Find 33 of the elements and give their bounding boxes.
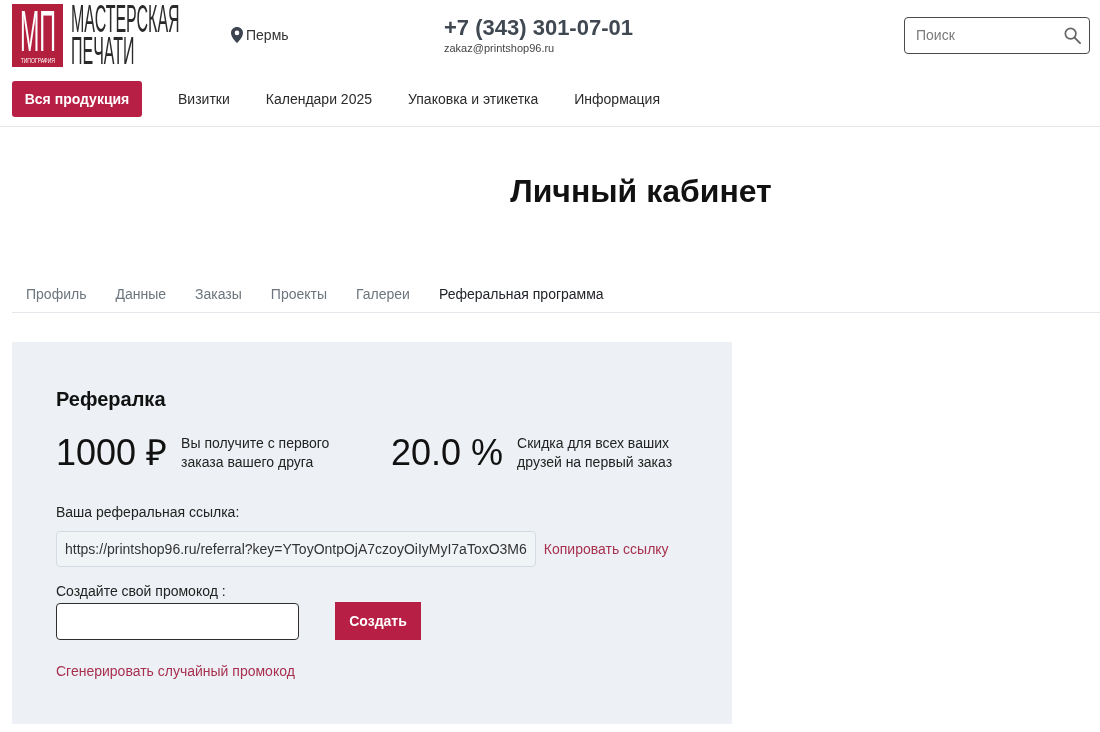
section-title: Рефералка [56, 387, 167, 411]
tab[interactable]: Галереи [342, 274, 424, 312]
logo-name-text: ПЕЧАТИ [71, 35, 135, 67]
promo-code-field[interactable] [56, 602, 299, 640]
page-title: Личный кабинет [510, 172, 772, 211]
phone-number[interactable]: +7 (343) 301-07-01 [444, 15, 633, 41]
email-link[interactable]: zakaz@printshop96.ru [444, 41, 555, 55]
all-products-button[interactable]: Вся продукция [12, 81, 142, 117]
search-field[interactable]: Поиск [904, 16, 1090, 54]
city-link[interactable]: Пермь [246, 27, 289, 43]
referral-link-field[interactable]: https://printshop96.ru/referral?key=YToyOntpOjA7czoyOiIyMyI7aToxO3M6 [56, 531, 536, 567]
stat-description: Вы получите с первого заказа вашего друга [181, 434, 331, 472]
field-label: Ваша реферальная ссылка: [56, 503, 241, 522]
logo-name-text: МАСТЕРСКАЯ [71, 3, 180, 35]
nav-link[interactable]: Визитки [178, 91, 230, 107]
nav-link[interactable]: Упаковка и этикетка [408, 91, 539, 107]
tab[interactable]: Реферальная программа [424, 274, 618, 312]
logo-monogram: МП [19, 5, 56, 56]
generate-promo-link[interactable]: Сгенерировать случайный промокод [56, 661, 295, 681]
tab[interactable]: Проекты [256, 274, 341, 312]
tab[interactable]: Данные [101, 274, 181, 312]
stat-description: Скидка для всех ваших друзей на первый заказ [517, 434, 674, 472]
copy-link[interactable]: Копировать ссылку [543, 539, 669, 559]
nav-link[interactable]: Информация [574, 91, 660, 107]
stat-value: 20.0 % [391, 433, 504, 473]
location-pin-icon [231, 27, 243, 43]
create-button[interactable]: Создать [335, 602, 421, 640]
field-label: Создайте свой промокод : [56, 582, 227, 601]
search-icon[interactable] [1064, 26, 1081, 44]
tab[interactable]: Заказы [181, 274, 256, 312]
stat-value: 1000 ₽ [56, 433, 168, 473]
nav-link[interactable]: Календари 2025 [265, 91, 372, 107]
tab[interactable]: Профиль [12, 274, 101, 312]
